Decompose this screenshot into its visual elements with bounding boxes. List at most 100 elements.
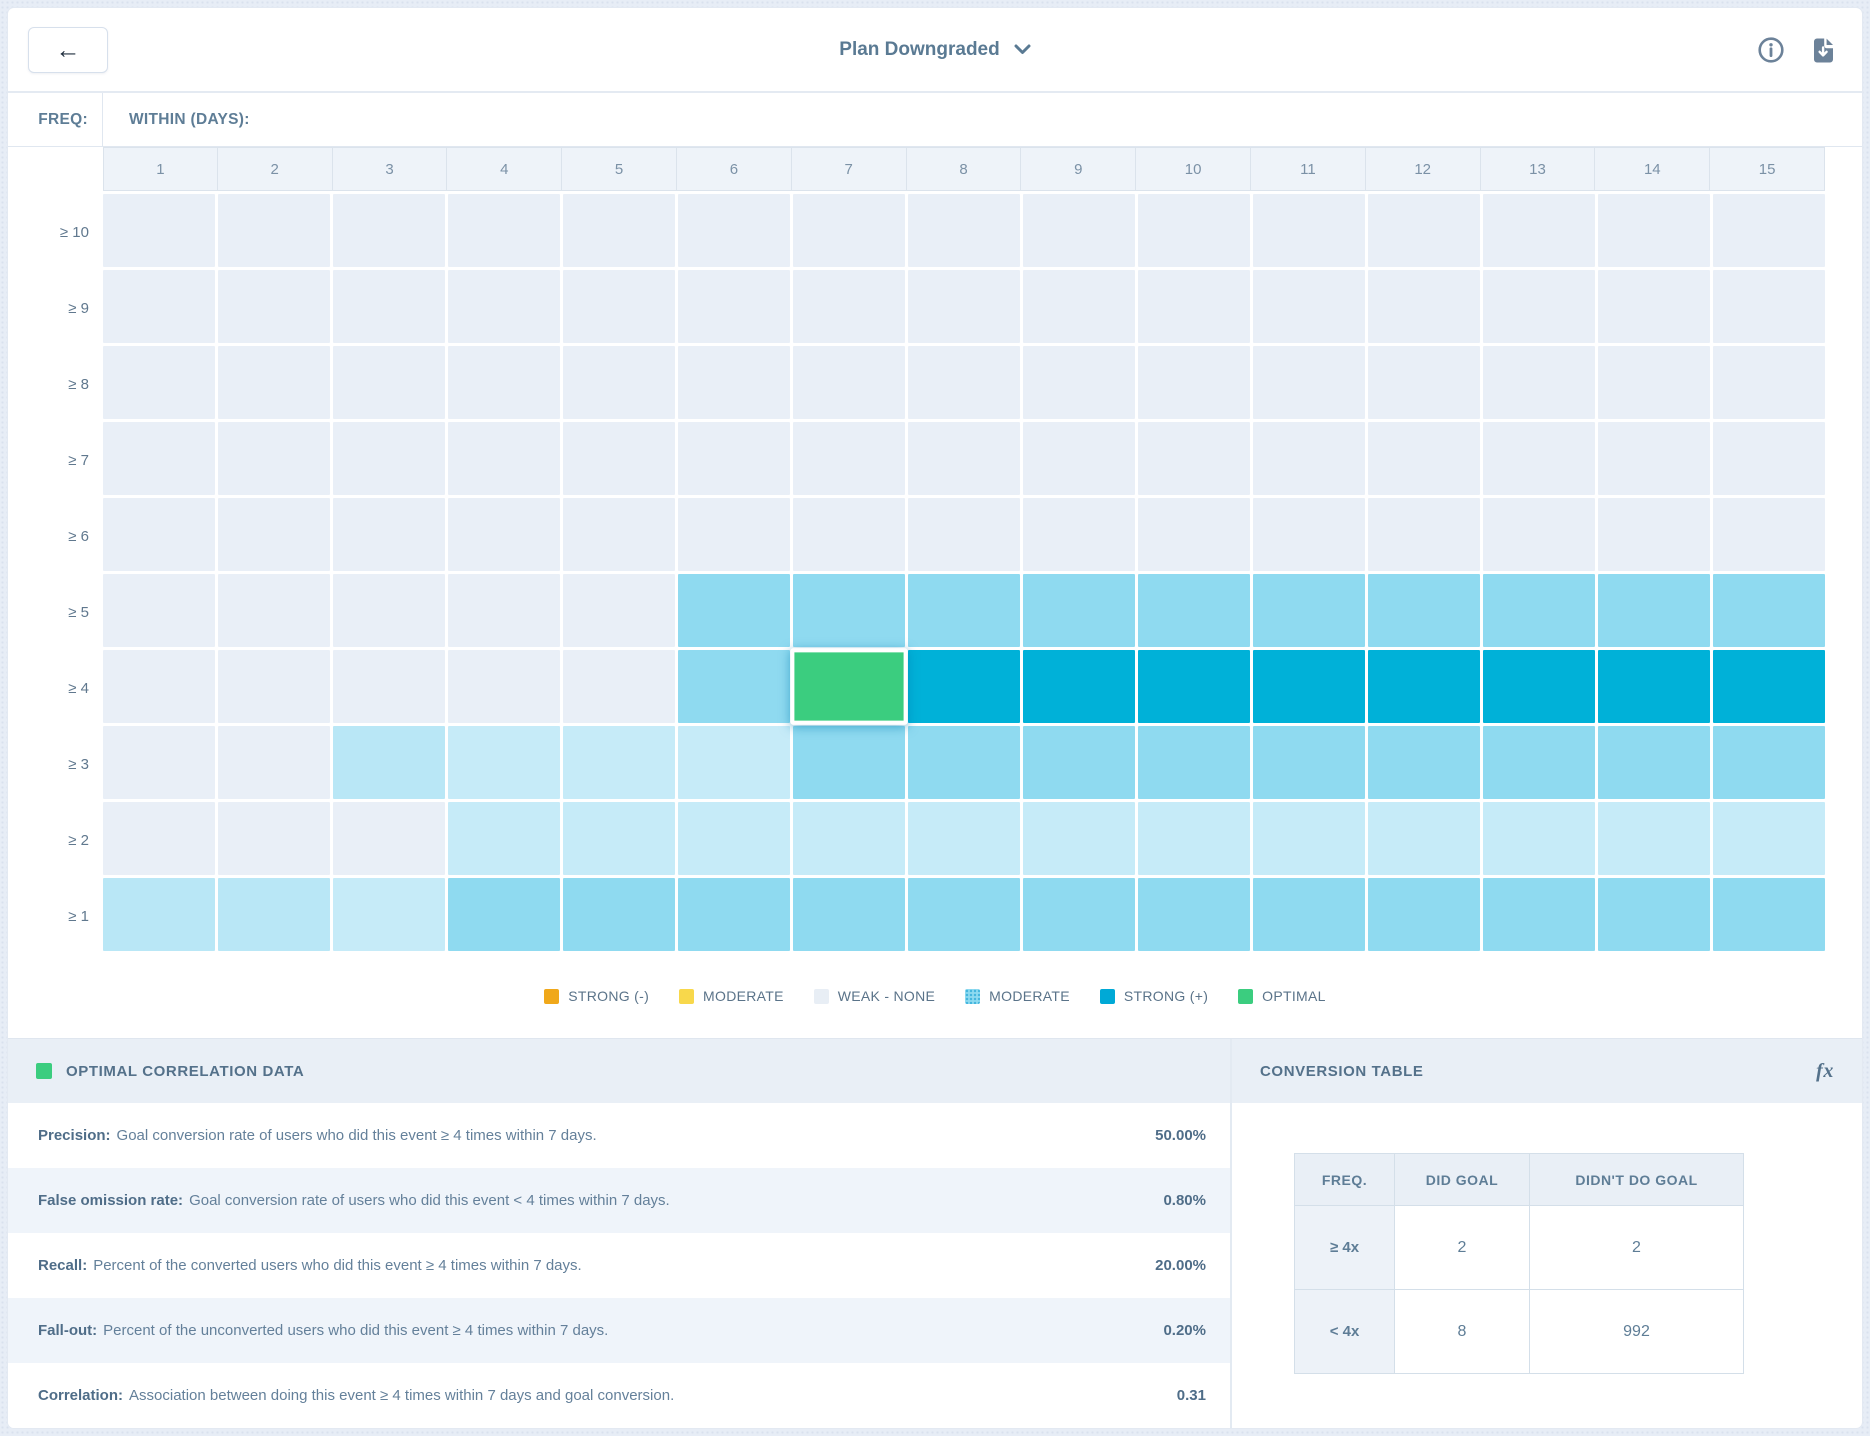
heatmap-cell[interactable] xyxy=(1483,726,1595,799)
heatmap-cell[interactable] xyxy=(448,650,560,723)
heatmap-cell[interactable] xyxy=(678,270,790,343)
heatmap-cell[interactable] xyxy=(218,346,330,419)
heatmap-cell[interactable] xyxy=(1368,346,1480,419)
heatmap-cell[interactable] xyxy=(103,422,215,495)
heatmap-cell[interactable] xyxy=(103,270,215,343)
heatmap-cell[interactable] xyxy=(1483,270,1595,343)
heatmap-cell[interactable] xyxy=(908,194,1020,267)
heatmap-cell[interactable] xyxy=(678,498,790,571)
heatmap-cell[interactable] xyxy=(1023,726,1135,799)
heatmap-cell[interactable] xyxy=(1253,574,1365,647)
heatmap-cell[interactable] xyxy=(218,726,330,799)
heatmap-cell[interactable] xyxy=(1253,346,1365,419)
heatmap-cell[interactable] xyxy=(793,802,905,875)
heatmap-cell[interactable] xyxy=(218,498,330,571)
heatmap-cell[interactable] xyxy=(1253,650,1365,723)
heatmap-cell[interactable] xyxy=(1023,194,1135,267)
heatmap-cell[interactable] xyxy=(1598,878,1710,951)
heatmap-cell[interactable] xyxy=(793,878,905,951)
heatmap-cell[interactable] xyxy=(1598,802,1710,875)
heatmap-cell[interactable] xyxy=(793,346,905,419)
heatmap-cell[interactable] xyxy=(793,574,905,647)
heatmap-cell[interactable] xyxy=(1483,422,1595,495)
heatmap-cell[interactable] xyxy=(563,878,675,951)
heatmap-cell[interactable] xyxy=(1138,650,1250,723)
formula-fx-icon[interactable]: fx xyxy=(1816,1060,1834,1083)
heatmap-cell[interactable] xyxy=(448,422,560,495)
heatmap-cell[interactable] xyxy=(563,270,675,343)
heatmap-cell[interactable] xyxy=(793,270,905,343)
heatmap-cell[interactable] xyxy=(1483,346,1595,419)
heatmap-cell[interactable] xyxy=(1023,650,1135,723)
heatmap-cell[interactable] xyxy=(333,726,445,799)
heatmap-cell[interactable] xyxy=(1253,194,1365,267)
heatmap-cell[interactable] xyxy=(1598,270,1710,343)
heatmap-cell[interactable] xyxy=(448,346,560,419)
heatmap-cell[interactable] xyxy=(1483,574,1595,647)
heatmap-cell[interactable] xyxy=(1713,270,1825,343)
heatmap-cell[interactable] xyxy=(1253,498,1365,571)
heatmap-cell[interactable] xyxy=(563,574,675,647)
heatmap-cell[interactable] xyxy=(1713,422,1825,495)
heatmap-cell[interactable] xyxy=(678,650,790,723)
heatmap-cell[interactable] xyxy=(563,726,675,799)
heatmap-cell[interactable] xyxy=(678,346,790,419)
heatmap-cell[interactable] xyxy=(1138,498,1250,571)
heatmap-cell[interactable] xyxy=(1713,574,1825,647)
heatmap-cell[interactable] xyxy=(333,650,445,723)
heatmap-cell[interactable] xyxy=(908,878,1020,951)
heatmap-cell[interactable] xyxy=(1138,574,1250,647)
heatmap-cell[interactable] xyxy=(563,422,675,495)
heatmap-cell[interactable] xyxy=(1023,498,1135,571)
export-download-icon[interactable] xyxy=(1808,35,1838,65)
heatmap-cell[interactable] xyxy=(793,194,905,267)
heatmap-cell[interactable] xyxy=(1713,498,1825,571)
heatmap-cell[interactable] xyxy=(218,878,330,951)
heatmap-cell[interactable] xyxy=(1483,194,1595,267)
heatmap-cell[interactable] xyxy=(1368,270,1480,343)
heatmap-cell[interactable] xyxy=(1598,422,1710,495)
heatmap-cell[interactable] xyxy=(563,346,675,419)
heatmap-cell[interactable] xyxy=(678,802,790,875)
heatmap-cell[interactable] xyxy=(1368,650,1480,723)
heatmap-cell[interactable] xyxy=(103,650,215,723)
heatmap-cell[interactable] xyxy=(1713,726,1825,799)
heatmap-cell[interactable] xyxy=(218,574,330,647)
heatmap-cell[interactable] xyxy=(448,726,560,799)
heatmap-cell[interactable] xyxy=(218,802,330,875)
heatmap-cell[interactable] xyxy=(1253,726,1365,799)
heatmap-cell[interactable] xyxy=(908,802,1020,875)
heatmap-cell[interactable] xyxy=(908,574,1020,647)
heatmap-cell[interactable] xyxy=(333,270,445,343)
heatmap-cell[interactable] xyxy=(1598,574,1710,647)
heatmap-cell[interactable] xyxy=(1713,194,1825,267)
heatmap-cell[interactable] xyxy=(1598,650,1710,723)
heatmap-cell[interactable] xyxy=(448,498,560,571)
heatmap-cell[interactable] xyxy=(103,498,215,571)
heatmap-cell[interactable] xyxy=(1253,802,1365,875)
heatmap-cell[interactable] xyxy=(678,194,790,267)
heatmap-cell[interactable] xyxy=(333,422,445,495)
heatmap-cell[interactable] xyxy=(908,726,1020,799)
heatmap-cell[interactable] xyxy=(1598,346,1710,419)
optimal-selected-cell[interactable] xyxy=(790,648,908,725)
heatmap-cell[interactable] xyxy=(333,346,445,419)
heatmap-cell[interactable] xyxy=(678,574,790,647)
heatmap-cell[interactable] xyxy=(563,802,675,875)
heatmap-cell[interactable] xyxy=(793,726,905,799)
heatmap-cell[interactable] xyxy=(908,346,1020,419)
heatmap-cell[interactable] xyxy=(793,498,905,571)
heatmap-cell[interactable] xyxy=(1368,726,1480,799)
heatmap-cell[interactable] xyxy=(1138,802,1250,875)
heatmap-cell[interactable] xyxy=(1253,270,1365,343)
heatmap-cell[interactable] xyxy=(103,346,215,419)
heatmap-cell[interactable] xyxy=(1023,346,1135,419)
heatmap-cell[interactable] xyxy=(678,878,790,951)
info-icon[interactable] xyxy=(1756,35,1786,65)
heatmap-cell[interactable] xyxy=(1368,574,1480,647)
heatmap-cell[interactable] xyxy=(563,194,675,267)
heatmap-cell[interactable] xyxy=(1138,726,1250,799)
heatmap-cell[interactable] xyxy=(103,802,215,875)
heatmap-cell[interactable] xyxy=(1138,270,1250,343)
heatmap-cell[interactable] xyxy=(1023,270,1135,343)
